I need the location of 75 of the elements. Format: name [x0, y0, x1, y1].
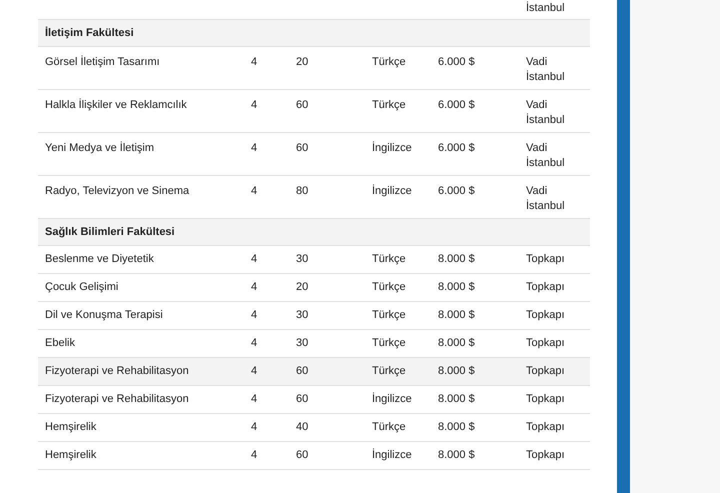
- table-cell: 30: [296, 309, 308, 321]
- table-cell: Topkapı: [526, 309, 565, 321]
- table-cell: 4: [251, 421, 258, 433]
- table-cell: 20: [296, 281, 308, 293]
- table-cell: Türkçe: [372, 309, 406, 321]
- table-cell: Topkapı: [526, 393, 565, 405]
- table-cell: Halkla İlişkiler ve Reklamcılık: [45, 99, 187, 111]
- table-cell: 60: [296, 365, 308, 377]
- table-cell: 8.000 $: [438, 281, 475, 293]
- table-cell: 8.000 $: [438, 393, 475, 405]
- table-cell: Türkçe: [372, 337, 406, 349]
- table-cell: 8.000 $: [438, 253, 475, 265]
- table-cell: 6.000 $: [438, 99, 475, 111]
- table-cell: Radyo, Televizyon ve Sinema: [45, 185, 190, 197]
- table-cell: Türkçe: [372, 281, 406, 293]
- table-cell: Yeni Medya ve İletişim: [45, 142, 154, 154]
- table-cell: Topkapı: [526, 281, 565, 293]
- table-cell-text: Vadi İstanbul: [526, 55, 566, 85]
- table-cell: 4: [251, 365, 258, 377]
- table-cell: 4: [251, 253, 258, 265]
- table-cell: 4: [251, 185, 258, 197]
- table-cell: Dil ve Konuşma Terapisi: [45, 309, 163, 321]
- table-cell: Topkapı: [526, 421, 565, 433]
- table-cell: Fizyoterapi ve Rehabilitasyon: [45, 393, 189, 405]
- faculty-name: İletişim Fakültesi: [45, 26, 134, 39]
- table-cell: Fizyoterapi ve Rehabilitasyon: [45, 365, 189, 377]
- table-cell: 8.000 $: [438, 421, 475, 433]
- table-cell: Topkapı: [526, 365, 565, 377]
- table-cell-text: Vadi İstanbul: [526, 184, 566, 214]
- table-cell: 4: [251, 337, 258, 349]
- table-cell: Topkapı: [526, 253, 565, 265]
- table-cell: İngilizce: [372, 393, 412, 405]
- table-cell: 30: [296, 253, 308, 265]
- table-cell: İstanbul: [526, 2, 565, 14]
- table-cell: 60: [296, 393, 308, 405]
- table-cell: 4: [251, 309, 258, 321]
- table-cell: 4: [251, 99, 258, 111]
- table-cell: 80: [296, 185, 308, 197]
- faculty-name: Sağlık Bilimleri Fakültesi: [45, 226, 175, 238]
- table-cell: 8.000 $: [438, 337, 475, 349]
- table-cell: Hemşirelik: [45, 421, 96, 433]
- table-cell: Türkçe: [372, 421, 406, 433]
- table-cell-text: Vadi İstanbul: [526, 141, 566, 171]
- table-cell: Türkçe: [372, 56, 406, 68]
- table-cell: Beslenme ve Diyetetik: [45, 253, 154, 265]
- table-cell: Çocuk Gelişimi: [45, 281, 118, 293]
- table-cell: İngilizce: [372, 142, 412, 154]
- table-cell: 4: [251, 449, 258, 461]
- table-cell: Topkapı: [526, 337, 565, 349]
- table-cell: Hemşirelik: [45, 449, 96, 461]
- table-cell: Türkçe: [372, 253, 406, 265]
- table-cell: Topkapı: [526, 449, 565, 461]
- table-cell: 4: [251, 281, 258, 293]
- table-cell: 4: [251, 56, 258, 68]
- table-cell: İngilizce: [372, 185, 412, 197]
- table-cell: 8.000 $: [438, 365, 475, 377]
- table-cell: 4: [251, 393, 258, 405]
- table-cell: 60: [296, 449, 308, 461]
- table-cell: Görsel İletişim Tasarımı: [45, 56, 160, 68]
- table-cell: 30: [296, 337, 308, 349]
- table-cell-text: Vadi İstanbul: [526, 98, 566, 128]
- table-cell: 8.000 $: [438, 449, 475, 461]
- table-cell: 4: [251, 142, 258, 154]
- table-cell: 60: [296, 99, 308, 111]
- table-cell: 60: [296, 142, 308, 154]
- table-cell: 8.000 $: [438, 309, 475, 321]
- table-cell: Türkçe: [372, 365, 406, 377]
- table-cell: Ebelik: [45, 337, 75, 349]
- table-cell: 20: [296, 56, 308, 68]
- table-cell: 6.000 $: [438, 56, 475, 68]
- table-cell: 6.000 $: [438, 142, 475, 154]
- table-cell: 40: [296, 421, 308, 433]
- table-cell: 6.000 $: [438, 185, 475, 197]
- table-cell: Türkçe: [372, 99, 406, 111]
- table-cell: İngilizce: [372, 449, 412, 461]
